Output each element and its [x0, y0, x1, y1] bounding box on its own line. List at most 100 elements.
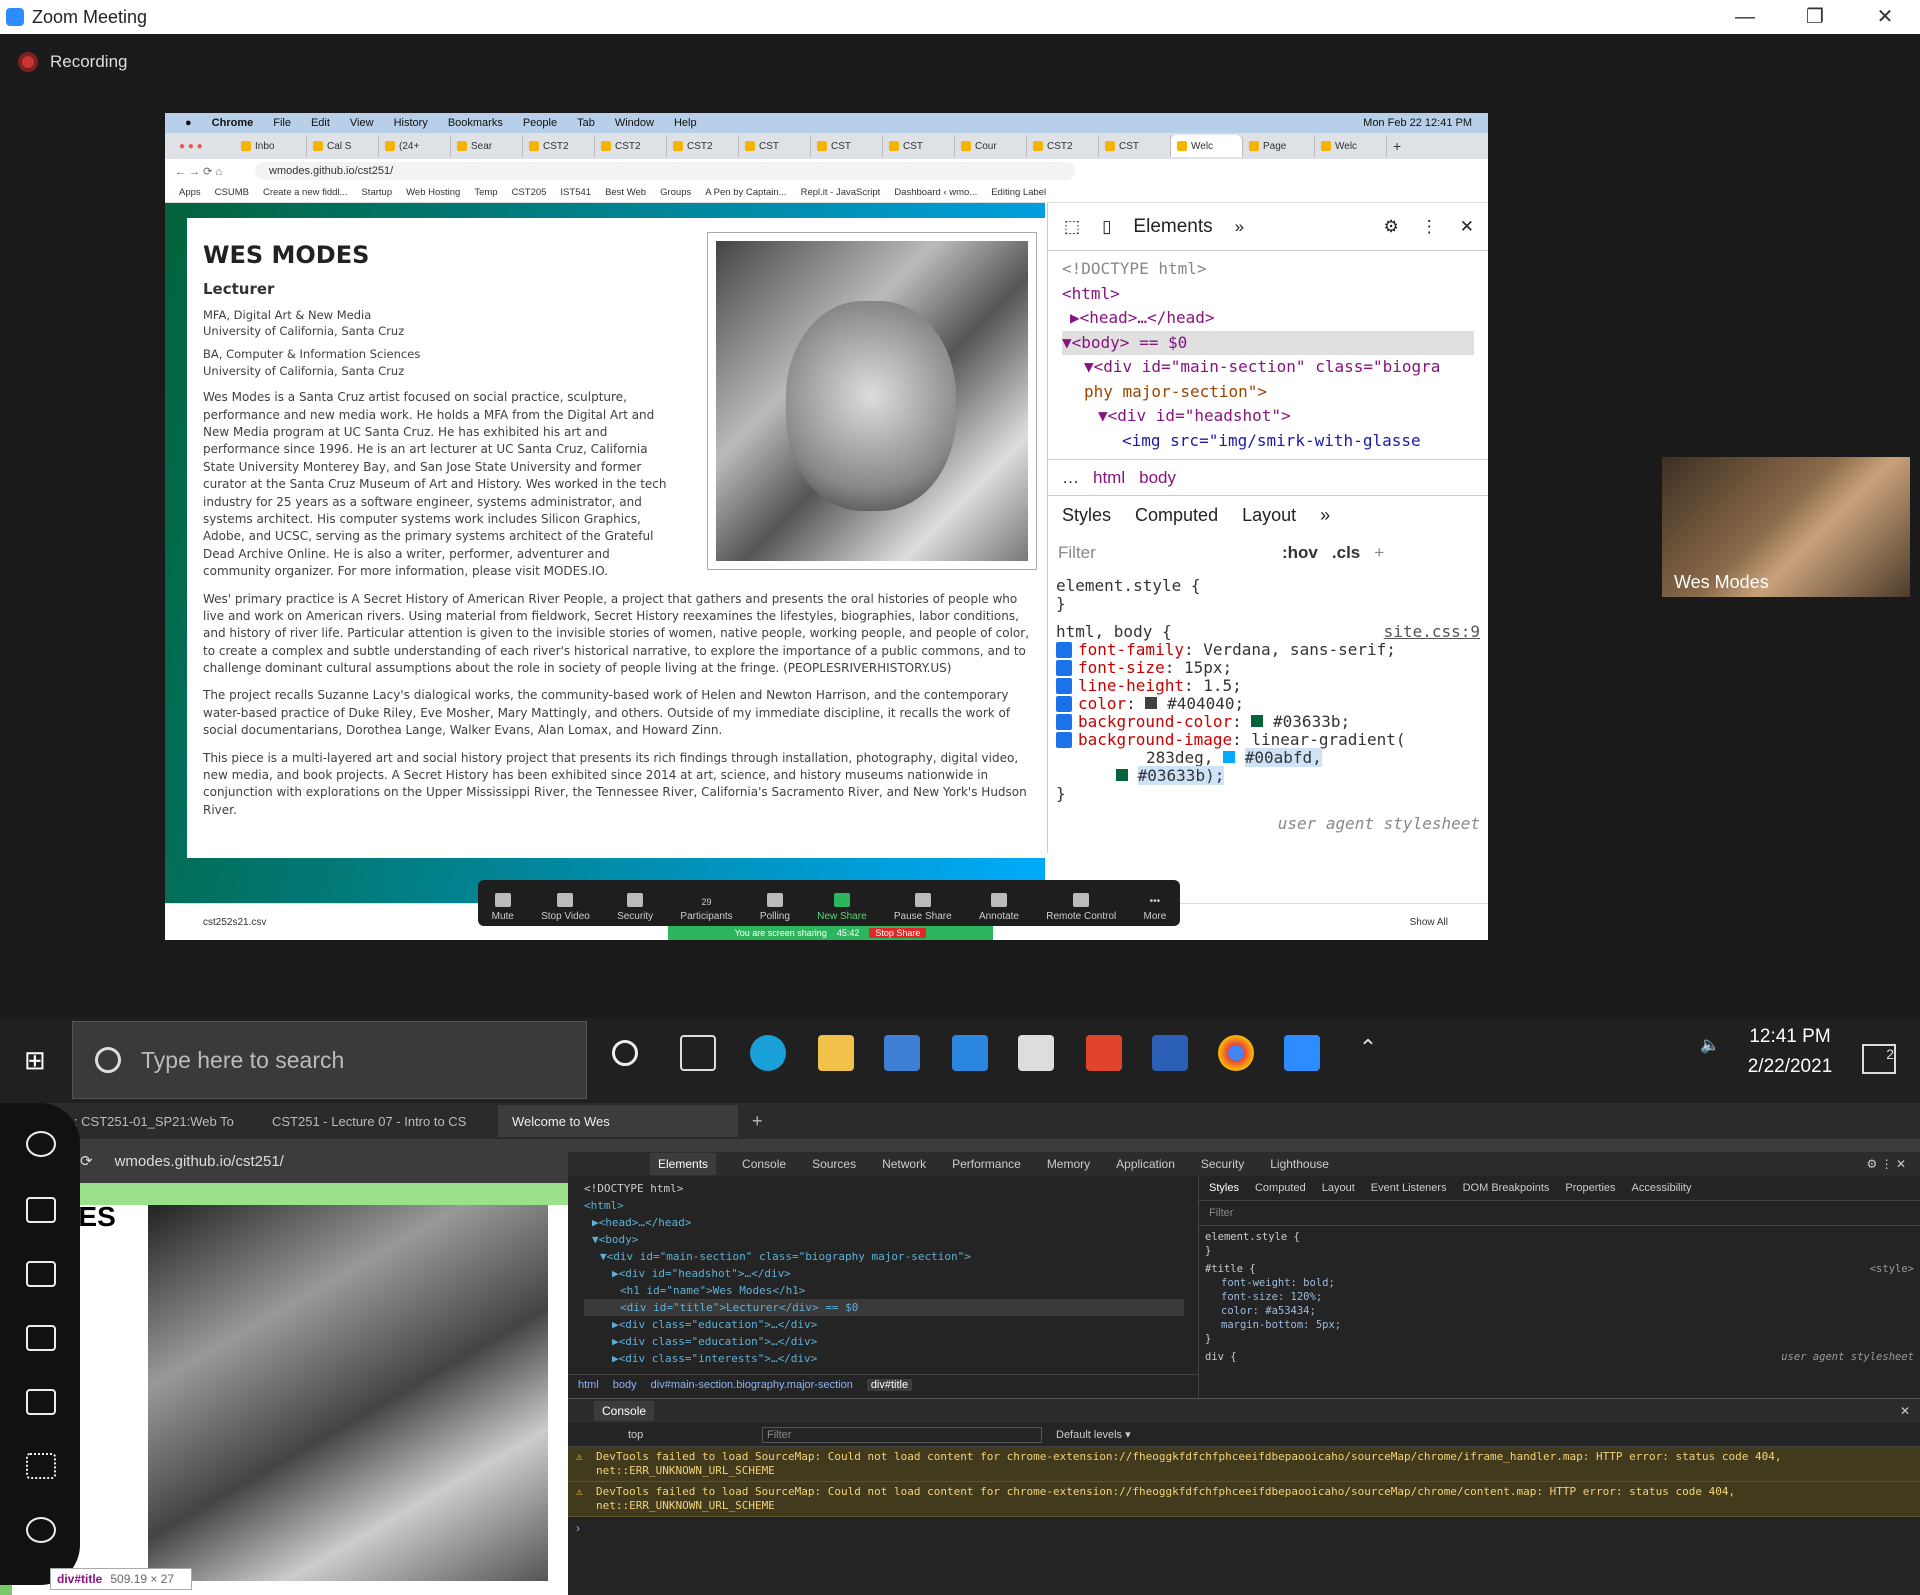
traffic-lights-icon[interactable]: ● ● ●	[165, 141, 235, 152]
taskbar-clock[interactable]: 12:41 PM 2/22/2021	[1720, 1022, 1860, 1082]
tab[interactable]: CST2	[667, 135, 739, 157]
windows-start-icon[interactable]: ⊞	[24, 1045, 46, 1076]
kebab-icon[interactable]: ⋮	[1421, 217, 1438, 237]
stop-share-button[interactable]: Stop Share	[869, 928, 927, 938]
tab[interactable]: Sear	[451, 135, 523, 157]
chrome-icon[interactable]	[1218, 1035, 1254, 1071]
levels-select[interactable]: Default levels ▾	[1056, 1428, 1131, 1441]
tab[interactable]: CST	[883, 135, 955, 157]
reload-icon[interactable]: ⟳	[80, 1152, 93, 1170]
nav-arrows-icon[interactable]: ← → ⟳ ⌂	[175, 165, 222, 178]
menu-tab[interactable]: Tab	[577, 117, 595, 129]
bookmark[interactable]: Dashboard ‹ wmo...	[894, 187, 977, 198]
bookmark[interactable]: Repl.it - JavaScript	[801, 187, 881, 198]
bookmark[interactable]: Groups	[660, 187, 691, 198]
store-icon[interactable]	[884, 1035, 920, 1071]
volume-icon[interactable]: 🔈	[1700, 1035, 1720, 1071]
tab-elements[interactable]: Elements	[1133, 216, 1212, 238]
checkbox[interactable]	[1056, 732, 1072, 748]
menu-edit[interactable]: Edit	[311, 117, 330, 129]
participant-video[interactable]: Wes Modes	[1662, 457, 1910, 597]
tab[interactable]: Cal S	[307, 135, 379, 157]
bookmark[interactable]: IST541	[560, 187, 591, 198]
filter-input[interactable]: Filter	[1199, 1201, 1920, 1226]
new-share-button[interactable]: New Share	[817, 893, 867, 922]
context-select[interactable]: top	[628, 1429, 748, 1441]
close-icon[interactable]: ✕	[1460, 217, 1474, 237]
tab-console[interactable]: Console	[594, 1401, 655, 1421]
checkbox[interactable]	[1056, 696, 1072, 712]
inspect-icon[interactable]: ⬚	[1064, 217, 1080, 237]
bookmark[interactable]: Editing Label	[991, 187, 1046, 198]
menu-bookmarks[interactable]: Bookmarks	[448, 117, 503, 129]
tab[interactable]: Page	[1243, 135, 1315, 157]
tab-elements[interactable]: Elements	[650, 1153, 717, 1175]
taskbar-search[interactable]: Type here to search	[72, 1021, 587, 1099]
tab-active[interactable]: Welc	[1171, 135, 1243, 157]
tab-memory[interactable]: Memory	[1047, 1157, 1090, 1171]
more-button[interactable]: ••• More	[1143, 896, 1166, 922]
task-view-icon[interactable]	[680, 1035, 716, 1071]
tab-layout[interactable]: Layout	[1242, 505, 1296, 526]
stop-video-button[interactable]: Stop Video	[541, 893, 590, 922]
new-tab-icon[interactable]: +	[1393, 138, 1401, 154]
participants-button[interactable]: 29 Participants	[680, 897, 732, 922]
new-tab-icon[interactable]: +	[752, 1111, 763, 1132]
bookmark[interactable]: CST205	[512, 187, 547, 198]
tab-sources[interactable]: Sources	[812, 1157, 856, 1171]
polling-button[interactable]: Polling	[760, 893, 790, 922]
url-field[interactable]: wmodes.github.io/cst251/	[255, 162, 1075, 180]
tab-performance[interactable]: Performance	[952, 1157, 1021, 1171]
tab-lighthouse[interactable]: Lighthouse	[1270, 1157, 1329, 1171]
remote-control-button[interactable]: Remote Control	[1046, 893, 1116, 922]
mail-icon[interactable]	[952, 1035, 988, 1071]
gallery-icon[interactable]	[26, 1197, 56, 1223]
bookmark[interactable]: CSUMB	[215, 187, 249, 198]
tab-active[interactable]: Welcome to Wes	[498, 1105, 738, 1137]
console-filter[interactable]: Filter	[762, 1426, 1042, 1443]
tab[interactable]: CST251 - Lecture 07 - Intro to CS	[258, 1105, 498, 1137]
zoom-taskbar-icon[interactable]	[1284, 1035, 1320, 1071]
console-prompt[interactable]: ›	[568, 1517, 1920, 1539]
checkbox[interactable]	[1056, 678, 1072, 694]
tab-application[interactable]: Application	[1116, 1157, 1175, 1171]
tab[interactable]: CST2	[523, 135, 595, 157]
bookmark[interactable]: Startup	[361, 187, 392, 198]
tab-console[interactable]: Console	[742, 1157, 786, 1171]
bookmark[interactable]: Apps	[179, 187, 201, 198]
tab[interactable]: CST	[739, 135, 811, 157]
tab[interactable]: CST2	[1027, 135, 1099, 157]
menu-help[interactable]: Help	[674, 117, 697, 129]
tab[interactable]: Welc	[1315, 135, 1387, 157]
apps-icon[interactable]	[26, 1453, 56, 1479]
minimize-button[interactable]: —	[1710, 0, 1780, 34]
tab[interactable]: Cour	[955, 135, 1027, 157]
edge-icon[interactable]	[750, 1035, 786, 1071]
maximize-button[interactable]: ❐	[1780, 0, 1850, 34]
close-icon[interactable]: ✕	[1900, 1404, 1910, 1418]
tab[interactable]: CST	[1099, 135, 1171, 157]
device-icon[interactable]: ▯	[1102, 217, 1111, 237]
tab-network[interactable]: Network	[882, 1157, 926, 1171]
bookmark[interactable]: Temp	[474, 187, 497, 198]
cortana-icon[interactable]	[612, 1040, 638, 1066]
tab-styles[interactable]: Styles	[1062, 505, 1111, 526]
laptop-icon[interactable]	[26, 1389, 56, 1415]
menu-window[interactable]: Window	[615, 117, 654, 129]
menu-history[interactable]: History	[394, 117, 428, 129]
notifications-icon[interactable]: 2	[1862, 1044, 1896, 1074]
bookmark[interactable]: Web Hosting	[406, 187, 460, 198]
tab[interactable]: Inbo	[235, 135, 307, 157]
more-tabs-icon[interactable]: »	[1320, 505, 1330, 526]
add-rule-icon[interactable]: +	[1374, 543, 1384, 563]
apple-icon[interactable]: ●	[185, 117, 192, 129]
annotate-button[interactable]: Annotate	[979, 893, 1019, 922]
app-icon[interactable]	[1018, 1035, 1054, 1071]
checkbox[interactable]	[1056, 642, 1072, 658]
filter-input[interactable]: Filter	[1058, 543, 1268, 563]
close-icon[interactable]: ⚙ ⋮ ✕	[1867, 1157, 1906, 1171]
menu-people[interactable]: People	[523, 117, 557, 129]
more-tabs-icon[interactable]: »	[1235, 217, 1244, 237]
word-icon[interactable]	[1152, 1035, 1188, 1071]
file-explorer-icon[interactable]	[818, 1035, 854, 1071]
